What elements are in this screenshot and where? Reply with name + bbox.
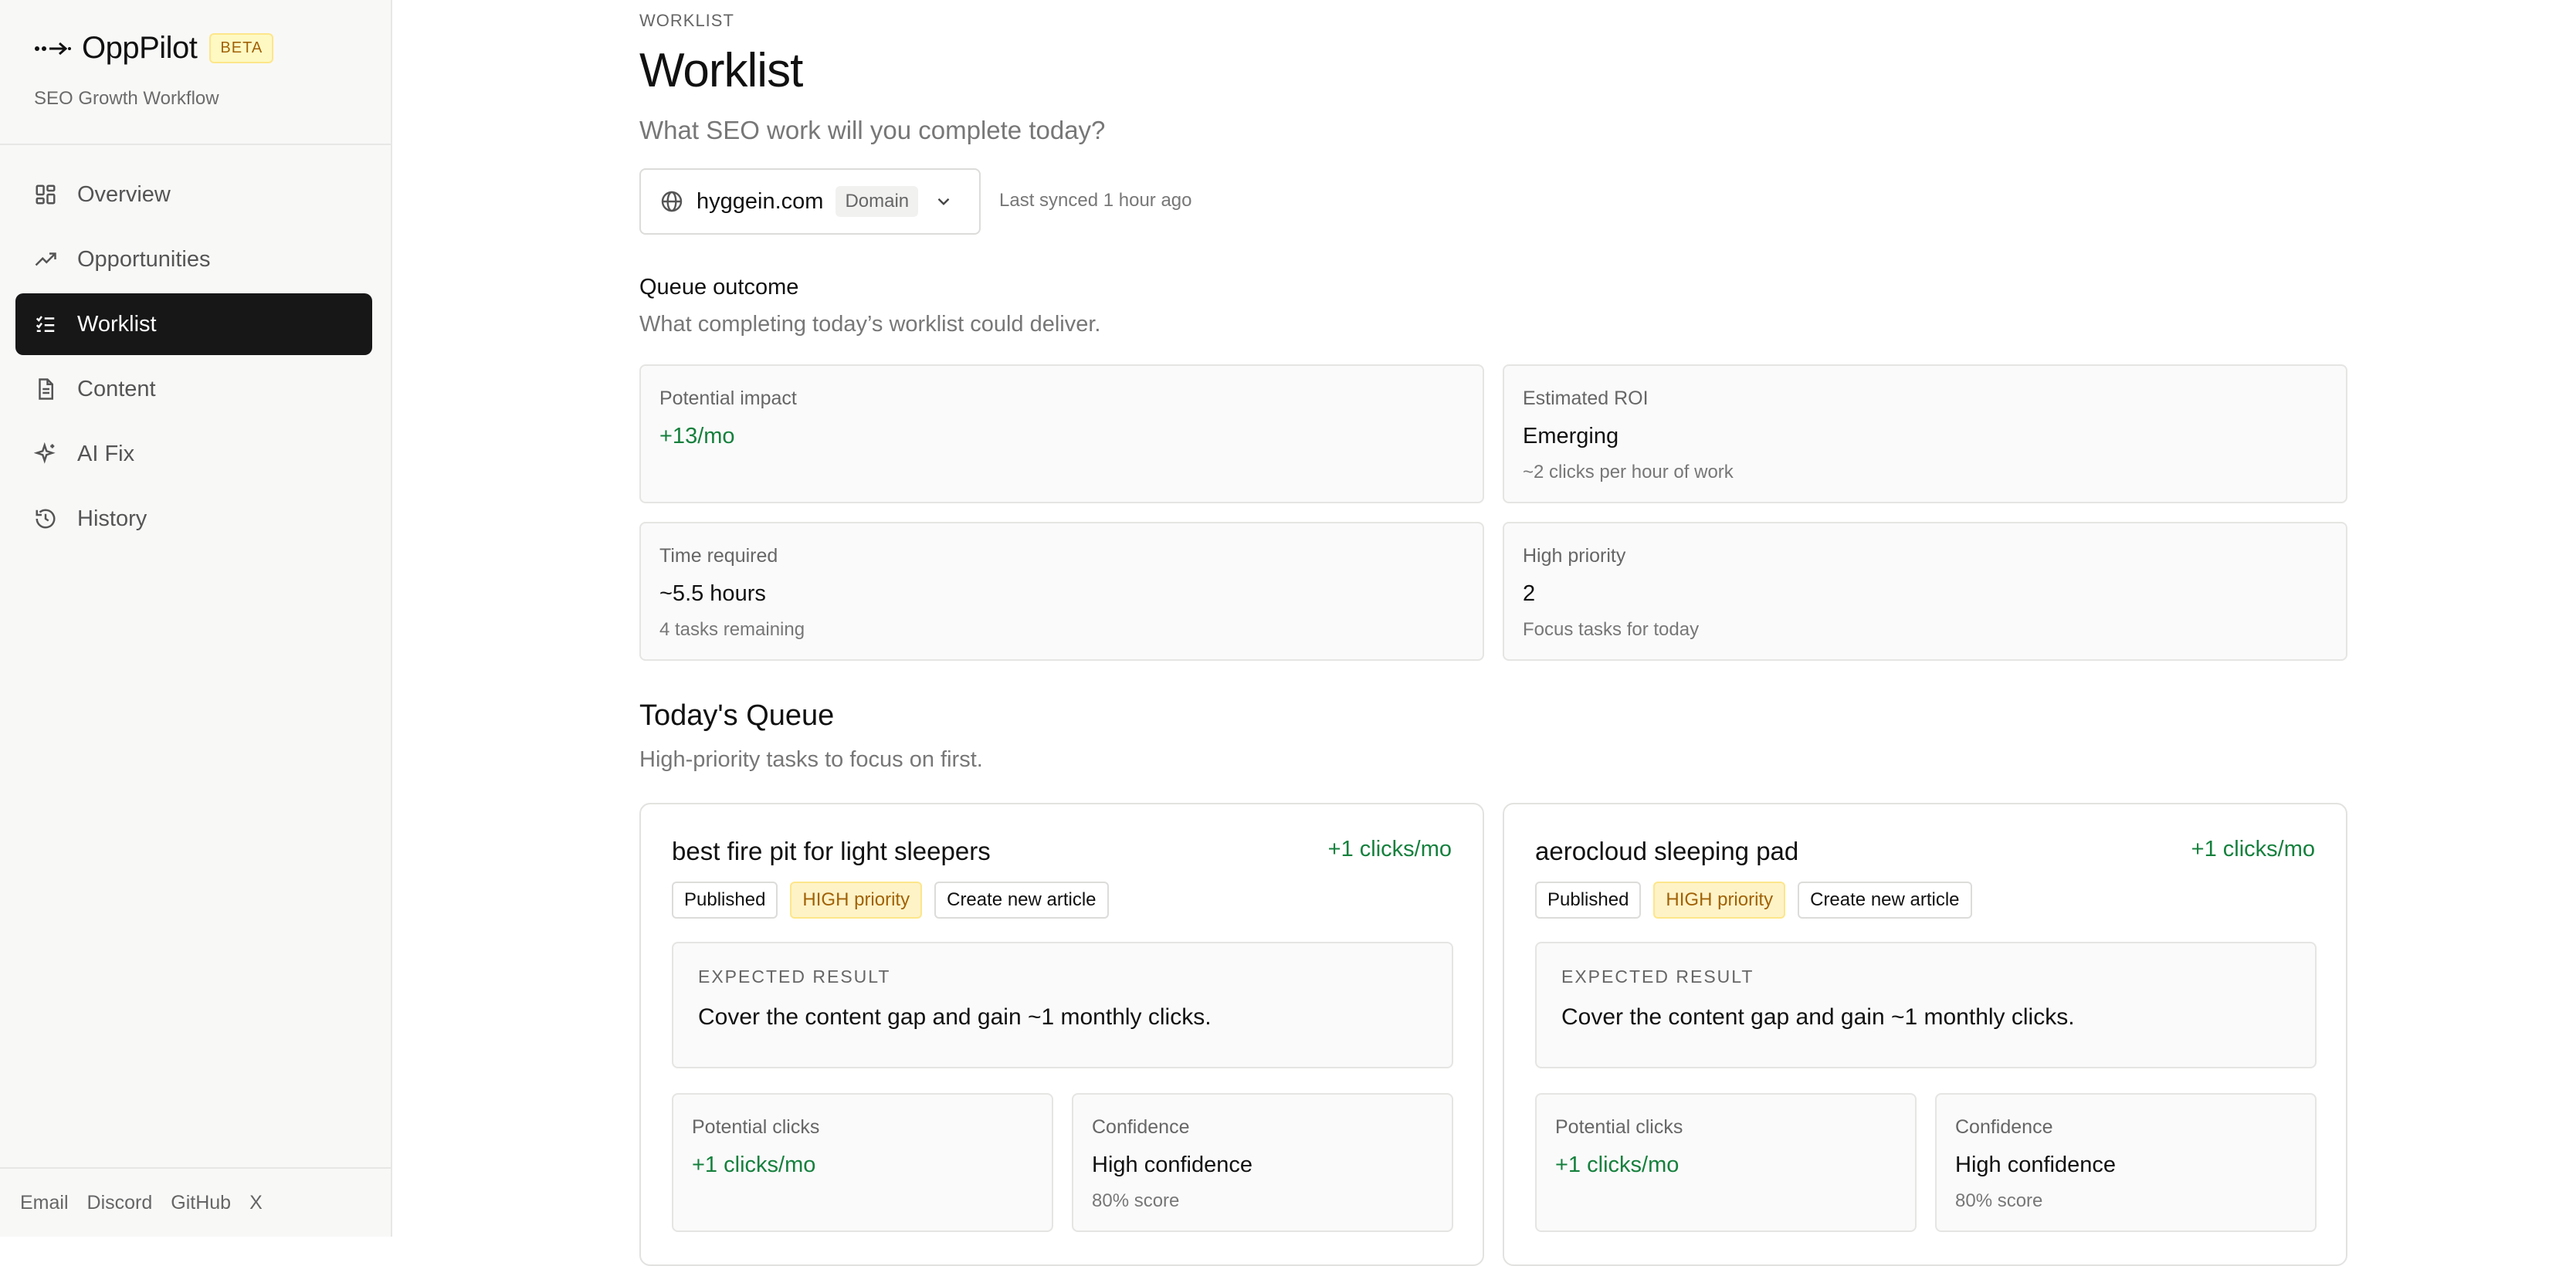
sidebar-item-label: AI Fix <box>77 441 135 466</box>
todays-queue-title: Today's Queue <box>639 699 835 732</box>
footer-link-x[interactable]: X <box>249 1192 263 1214</box>
task-tags: Published HIGH priority Create new artic… <box>672 882 1121 919</box>
expected-result-text: Cover the content gap and gain ~1 monthl… <box>698 1004 1212 1030</box>
expected-result-text: Cover the content gap and gain ~1 monthl… <box>1561 1004 2075 1030</box>
beta-badge: BETA <box>209 33 274 63</box>
sidebar: OppPilot BETA SEO Growth Workflow Overvi… <box>0 0 392 1237</box>
footer-link-email[interactable]: Email <box>20 1192 69 1214</box>
sidebar-item-content[interactable]: Content <box>15 358 372 420</box>
status-badge: Published <box>1535 882 1642 919</box>
page-subtitle: What SEO work will you complete today? <box>639 116 1106 144</box>
task-clicks: +1 clicks/mo <box>1327 837 1452 861</box>
expected-result-box: EXPECTED RESULT Cover the content gap an… <box>672 942 1453 1068</box>
page-eyebrow: WORKLIST <box>639 11 734 30</box>
chevron-down-icon <box>937 198 950 205</box>
stat-label: Potential clicks <box>692 1116 820 1138</box>
brand-name: OppPilot <box>82 31 198 65</box>
stat-card-potential-impact: Potential impact +13/mo <box>639 364 1484 503</box>
stat-value: +1 clicks/mo <box>692 1153 816 1177</box>
stat-card-time-required: Time required ~5.5 hours 4 tasks remaini… <box>639 522 1484 661</box>
grid-icon <box>36 184 56 205</box>
status-badge: Published <box>672 882 778 919</box>
sidebar-item-overview[interactable]: Overview <box>15 164 372 225</box>
stat-card-estimated-roi: Estimated ROI Emerging ~2 clicks per hou… <box>1503 364 2347 503</box>
brand-subtitle: SEO Growth Workflow <box>34 88 219 109</box>
stat-value: High confidence <box>1955 1153 2116 1177</box>
stat-value: Emerging <box>1523 424 1619 449</box>
sidebar-item-label: Worklist <box>77 311 157 337</box>
stat-value: High confidence <box>1092 1153 1252 1177</box>
sidebar-item-label: Overview <box>77 181 171 207</box>
stat-note: Focus tasks for today <box>1523 619 1700 640</box>
sidebar-item-label: Opportunities <box>77 246 211 272</box>
document-icon <box>39 378 53 400</box>
stat-note: 80% score <box>1092 1190 1180 1211</box>
task-title: best fire pit for light sleepers <box>672 837 991 865</box>
list-checks-icon <box>36 316 55 332</box>
create-article-button[interactable]: Create new article <box>934 882 1109 919</box>
potential-clicks-card: Potential clicks +1 clicks/mo <box>672 1093 1053 1232</box>
sidebar-nav: Overview Opportunities Worklist Content <box>15 164 372 553</box>
globe-icon <box>661 191 683 212</box>
sidebar-item-label: Content <box>77 376 156 401</box>
stat-label: Confidence <box>1092 1116 1190 1138</box>
page-title: Worklist <box>639 44 803 97</box>
stat-value: +1 clicks/mo <box>1555 1153 1679 1177</box>
sidebar-item-label: History <box>77 506 147 531</box>
stat-label: Estimated ROI <box>1523 388 1649 409</box>
brand[interactable]: OppPilot BETA <box>34 31 274 66</box>
sync-status: Last synced 1 hour ago <box>999 190 1192 211</box>
todays-queue-subtitle: High-priority tasks to focus on first. <box>639 747 983 772</box>
expected-result-label: EXPECTED RESULT <box>1561 966 1754 987</box>
stat-note: 80% score <box>1955 1190 2043 1211</box>
stat-note: 4 tasks remaining <box>659 619 805 640</box>
potential-clicks-card: Potential clicks +1 clicks/mo <box>1535 1093 1917 1232</box>
sidebar-footer: Email Discord GitHub X <box>0 1167 391 1237</box>
stat-label: Confidence <box>1955 1116 2053 1138</box>
stat-value: 2 <box>1523 581 1536 606</box>
sidebar-item-worklist[interactable]: Worklist <box>15 293 372 355</box>
footer-link-discord[interactable]: Discord <box>87 1192 153 1214</box>
domain-selector[interactable]: hyggein.com Domain <box>639 168 981 235</box>
domain-type-badge: Domain <box>836 186 919 217</box>
domain-name: hyggein.com <box>697 188 824 214</box>
confidence-card: Confidence High confidence 80% score <box>1072 1093 1453 1232</box>
priority-badge: HIGH priority <box>790 882 923 919</box>
queue-outcome-subtitle: What completing today’s worklist could d… <box>639 312 1101 337</box>
stat-value: +13/mo <box>659 424 735 449</box>
sidebar-item-opportunities[interactable]: Opportunities <box>15 228 372 290</box>
expected-result-label: EXPECTED RESULT <box>698 966 891 987</box>
task-card[interactable]: aerocloud sleeping pad +1 clicks/mo Publ… <box>1503 803 2347 1266</box>
expected-result-box: EXPECTED RESULT Cover the content gap an… <box>1535 942 2317 1068</box>
create-article-button[interactable]: Create new article <box>1798 882 1972 919</box>
stat-label: Potential clicks <box>1555 1116 1683 1138</box>
task-clicks: +1 clicks/mo <box>2191 837 2315 861</box>
sidebar-item-history[interactable]: History <box>15 488 372 550</box>
footer-link-github[interactable]: GitHub <box>171 1192 231 1214</box>
stat-label: Potential impact <box>659 388 797 409</box>
stat-value: ~5.5 hours <box>659 581 766 606</box>
logo-icon <box>35 42 71 55</box>
task-tags: Published HIGH priority Create new artic… <box>1535 882 1985 919</box>
task-title: aerocloud sleeping pad <box>1535 837 1799 865</box>
stat-card-high-priority: High priority 2 Focus tasks for today <box>1503 522 2347 661</box>
priority-badge: HIGH priority <box>1653 882 1786 919</box>
stat-label: Time required <box>659 545 778 567</box>
history-icon <box>36 509 56 529</box>
sidebar-item-ai-fix[interactable]: AI Fix <box>15 423 372 485</box>
confidence-card: Confidence High confidence 80% score <box>1935 1093 2317 1232</box>
trending-up-icon <box>35 252 56 266</box>
sparkles-icon <box>34 442 56 464</box>
task-card[interactable]: best fire pit for light sleepers +1 clic… <box>639 803 1484 1266</box>
queue-outcome-title: Queue outcome <box>639 275 799 300</box>
stat-note: ~2 clicks per hour of work <box>1523 462 1734 482</box>
sidebar-divider <box>0 144 391 145</box>
stat-label: High priority <box>1523 545 1626 567</box>
